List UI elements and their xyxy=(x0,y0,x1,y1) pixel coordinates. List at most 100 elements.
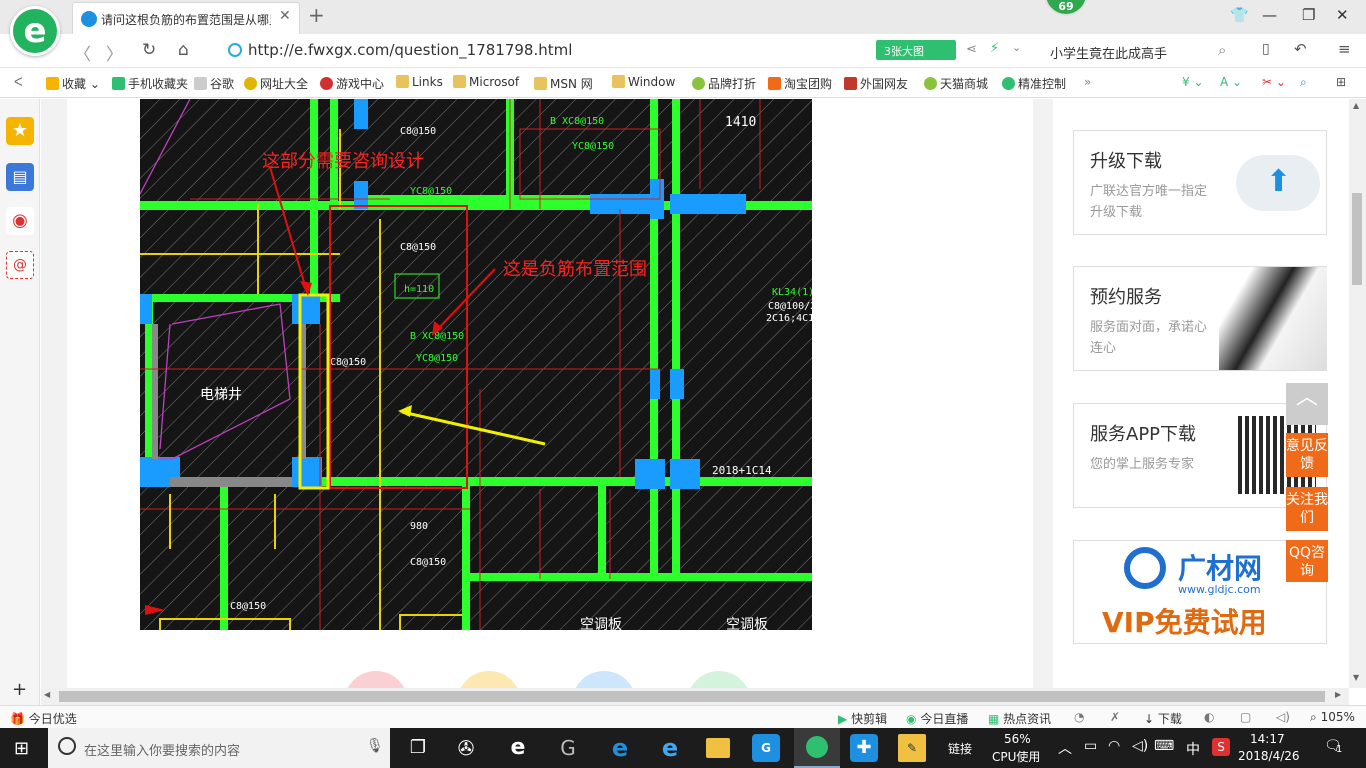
notification-badge[interactable]: 69 xyxy=(1044,0,1088,16)
browser-logo-icon[interactable]: e xyxy=(10,6,60,56)
bookmark-item[interactable]: 谷歌 xyxy=(194,75,234,92)
zoom-level[interactable]: ⌕ 105% xyxy=(1310,710,1355,725)
upgrade-download-card[interactable]: 升级下载 广联达官方唯一指定升级下载 ⬆ xyxy=(1073,130,1327,235)
bookmark-item[interactable]: 收藏 ⌄ xyxy=(46,75,100,92)
magnifier-icon[interactable]: ⌕ xyxy=(1300,75,1307,90)
search-box[interactable]: 小学生竟在此成高手 ⌕ xyxy=(1040,39,1240,63)
links-toolbar[interactable]: 链接 xyxy=(948,740,972,757)
today-picks[interactable]: 🎁 今日优选 xyxy=(10,710,77,727)
book-circle-icon[interactable] xyxy=(572,671,636,688)
more-bookmarks-icon[interactable]: » xyxy=(1084,75,1091,89)
vertical-scroll-thumb[interactable] xyxy=(1352,193,1362,285)
horizontal-scroll-thumb[interactable] xyxy=(59,691,1325,702)
ie-icon[interactable]: e xyxy=(656,734,684,762)
horizontal-scrollbar[interactable]: ◀ ▶ xyxy=(41,688,1349,705)
status-item[interactable]: ▦ 热点资讯 xyxy=(988,710,1051,727)
bookmark-item[interactable]: Links xyxy=(396,75,443,89)
bookmark-item[interactable]: 精准控制 xyxy=(1002,75,1066,92)
tray-chevron-up-icon[interactable]: ︿ xyxy=(1058,738,1072,758)
new-tab-icon[interactable]: + xyxy=(308,3,325,27)
back-icon[interactable]: 〈 xyxy=(74,40,91,65)
translate-icon[interactable]: A ⌄ xyxy=(1220,75,1242,89)
bookmark-item[interactable]: 手机收藏夹 xyxy=(112,75,188,92)
shirt-skin-icon[interactable]: 👕 xyxy=(1230,6,1249,24)
vertical-scrollbar[interactable]: ▲ ▼ xyxy=(1349,99,1366,688)
qq-consult-button[interactable]: QQ咨询 xyxy=(1286,540,1328,582)
volume-icon[interactable]: ◁) xyxy=(1132,738,1148,754)
mail-at-icon[interactable]: @ xyxy=(6,251,34,279)
active-browser-task[interactable] xyxy=(794,728,840,768)
pinwheel-app-icon[interactable]: ✇ xyxy=(452,734,480,762)
tools-icon[interactable]: ✗ xyxy=(1110,710,1120,724)
file-explorer-icon[interactable] xyxy=(706,738,730,758)
minimize-icon[interactable]: — xyxy=(1262,6,1277,24)
close-window-icon[interactable]: ✕ xyxy=(1336,6,1349,24)
clean-icon[interactable]: ◐ xyxy=(1204,710,1214,724)
feedback-button[interactable]: 意见反馈 xyxy=(1286,433,1328,477)
taskbar-search[interactable]: 在这里输入你要搜索的内容 🎙 xyxy=(48,728,390,768)
battery-icon[interactable]: ▭ xyxy=(1084,738,1097,754)
bookmark-item[interactable]: 淘宝团购 xyxy=(768,75,832,92)
url-field[interactable]: http://e.fwxgx.com/question_1781798.html xyxy=(222,39,862,63)
chat-circle-icon[interactable] xyxy=(687,671,751,688)
microphone-icon[interactable]: 🎙 xyxy=(366,738,384,754)
browser-tab[interactable]: 请问这根负筋的布置范围是从哪里 ✕ xyxy=(72,2,300,34)
collapse-sidebar-icon[interactable]: ᐸ xyxy=(14,75,23,89)
undo-icon[interactable]: ↶ xyxy=(1294,40,1307,58)
bookmark-item[interactable]: 外国网友 xyxy=(844,75,908,92)
follow-us-button[interactable]: 关注我们 xyxy=(1286,487,1328,531)
cross-app-icon[interactable]: ✚ xyxy=(850,734,878,762)
speed-icon[interactable]: ◔ xyxy=(1074,710,1084,724)
windows-start-icon[interactable]: ⊞ xyxy=(14,738,29,759)
yen-shield-icon[interactable]: ¥ ⌄ xyxy=(1182,75,1204,89)
task-view-icon[interactable]: ❐ xyxy=(404,734,432,762)
search-icon[interactable]: ⌕ xyxy=(1218,41,1226,59)
notes-app-icon[interactable]: ✎ xyxy=(898,734,926,762)
scissors-icon[interactable]: ✂ ⌄ xyxy=(1262,75,1286,89)
tab-close-icon[interactable]: ✕ xyxy=(279,8,291,24)
folder-icon xyxy=(396,75,409,88)
sound-icon[interactable]: ◁) xyxy=(1276,710,1290,724)
phone-icon[interactable]: ▯ xyxy=(1262,41,1270,57)
refresh-icon[interactable]: ↻ xyxy=(142,40,156,60)
appointment-service-card[interactable]: 预约服务 服务面对面，承诺心连心 xyxy=(1073,266,1327,371)
back-to-top-icon[interactable]: ︿ xyxy=(1286,383,1328,425)
swirl-app-icon[interactable]: G xyxy=(554,734,582,762)
browser-e-icon[interactable]: e xyxy=(504,734,532,762)
bookmark-item[interactable]: 网址大全 xyxy=(244,75,308,92)
bookmark-item[interactable]: 品牌打折 xyxy=(692,75,756,92)
ime-indicator[interactable]: 中 xyxy=(1186,739,1200,759)
lightning-icon[interactable]: ⚡ xyxy=(990,41,999,56)
status-item[interactable]: ◉ 今日直播 xyxy=(906,710,968,727)
chevron-down-icon[interactable]: ⌄ xyxy=(1012,41,1021,54)
add-sidebar-icon[interactable]: + xyxy=(12,679,27,700)
clock-date[interactable]: 2018/4/26 xyxy=(1238,749,1300,763)
bookmark-item[interactable]: Microsof xyxy=(453,75,519,89)
bookmark-item[interactable]: 游戏中心 xyxy=(320,75,384,92)
restore-icon[interactable]: ❐ xyxy=(1302,6,1315,24)
weibo-icon[interactable]: ◉ xyxy=(6,207,34,235)
bookmark-item[interactable]: Window xyxy=(612,75,675,89)
favorite-circle-icon[interactable] xyxy=(457,671,521,688)
edge-icon[interactable]: e xyxy=(606,734,634,762)
bookmark-item[interactable]: 天猫商城 xyxy=(924,75,988,92)
sogou-ime-icon[interactable]: S xyxy=(1212,738,1230,756)
clock-time[interactable]: 14:17 xyxy=(1250,732,1285,746)
keyboard-icon[interactable]: ⌨ xyxy=(1154,738,1174,754)
status-item[interactable]: ▶ 快剪辑 xyxy=(838,710,887,727)
window-icon[interactable]: ▢ xyxy=(1240,710,1251,724)
big-pic-button[interactable]: 3张大图 xyxy=(876,40,956,60)
favorites-star-icon[interactable]: ★ xyxy=(6,117,34,145)
share-circle-icon[interactable] xyxy=(344,671,408,688)
wifi-icon[interactable]: ◠ xyxy=(1108,738,1120,754)
cad-drawing-image[interactable]: C8@150 C8@150 C8@150 980 C8@150 C8@150 1… xyxy=(140,99,812,630)
apps-grid-icon[interactable]: ⊞ xyxy=(1336,75,1346,89)
home-icon[interactable]: ⌂ xyxy=(178,40,189,60)
forward-icon[interactable]: 〉 xyxy=(106,40,123,65)
status-item[interactable]: ↓ 下载 xyxy=(1144,710,1182,727)
reading-list-icon[interactable]: ▤ xyxy=(6,163,34,191)
share-icon[interactable]: ⋖ xyxy=(966,42,977,57)
glodon-app-icon[interactable]: G xyxy=(752,734,780,762)
bookmark-item[interactable]: MSN 网 xyxy=(534,75,593,92)
menu-icon[interactable]: ≡ xyxy=(1338,40,1351,58)
